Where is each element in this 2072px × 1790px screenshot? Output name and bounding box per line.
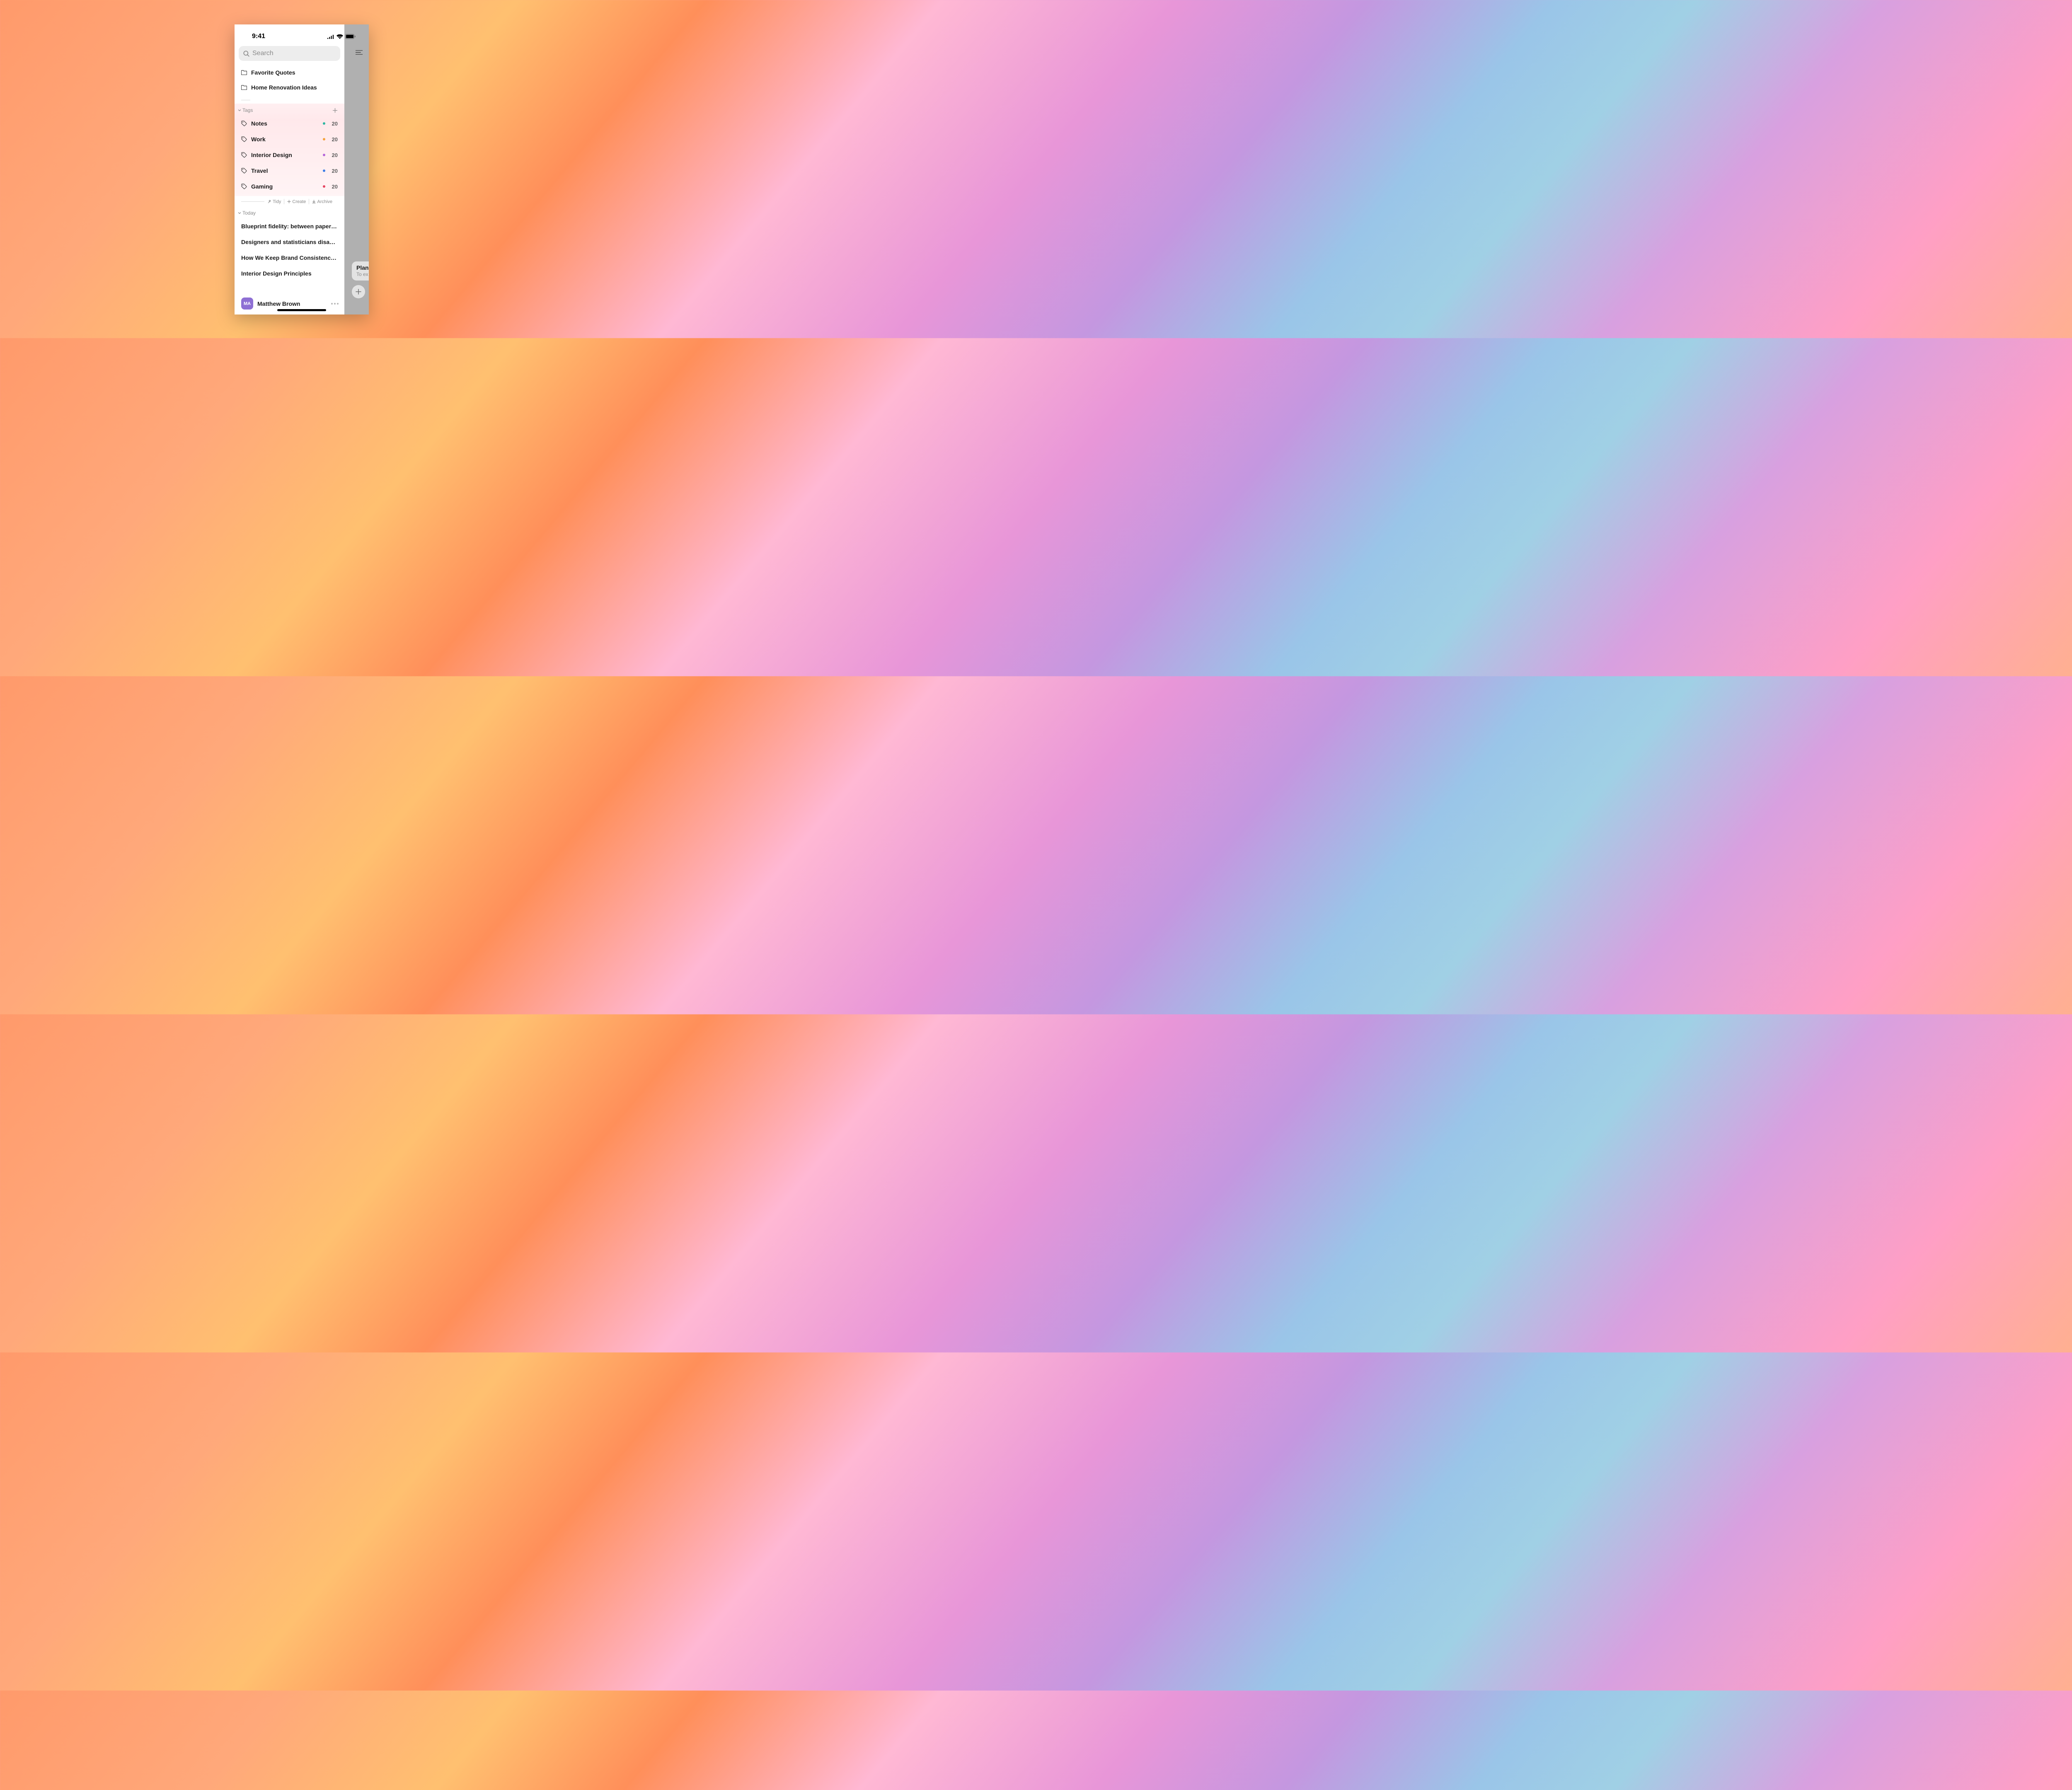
note-item[interactable]: Interior Design Principles: [241, 266, 338, 281]
tag-label: Work: [251, 136, 319, 143]
folder-label: Home Renovation Ideas: [251, 84, 317, 91]
folder-icon: [241, 70, 247, 75]
tag-label: Gaming: [251, 183, 319, 190]
tag-count: 20: [329, 121, 338, 127]
today-title: Today: [242, 210, 256, 216]
tags-header[interactable]: Tags: [235, 105, 344, 116]
chevron-down-icon: [237, 108, 242, 112]
tidy-action[interactable]: Tidy: [267, 199, 281, 204]
divider: [241, 201, 264, 202]
today-header[interactable]: Today: [235, 208, 344, 218]
tag-label: Travel: [251, 167, 319, 174]
tags-section: Tags Notes 20 Work: [235, 104, 344, 196]
action-label: Create: [292, 199, 306, 204]
tag-item-notes[interactable]: Notes 20: [235, 116, 344, 131]
tag-color-dot: [323, 185, 325, 188]
action-label: Tidy: [273, 199, 281, 204]
menu-icon[interactable]: [356, 49, 363, 57]
tag-color-dot: [323, 154, 325, 156]
tag-icon: [241, 168, 247, 174]
battery-icon: [345, 34, 356, 39]
user-name: Matthew Brown: [257, 300, 327, 307]
wifi-icon: [336, 34, 343, 39]
card-subtitle: To ex: [356, 271, 369, 277]
folder-item[interactable]: Favorite Quotes: [241, 65, 338, 80]
tag-item-interior-design[interactable]: Interior Design 20: [235, 147, 344, 163]
folder-icon: [241, 85, 247, 90]
note-item[interactable]: Designers and statisticians disagree on…: [241, 234, 338, 250]
note-preview-card[interactable]: Plan To ex: [352, 261, 369, 281]
chevron-down-icon: [237, 211, 242, 215]
search-icon: [243, 51, 249, 57]
actions-row: Tidy Create Archive: [235, 196, 344, 207]
note-item[interactable]: Blueprint fidelity: between paper protot…: [241, 218, 338, 234]
background-panel: Plan To ex: [344, 24, 369, 314]
add-tag-icon[interactable]: [332, 108, 338, 113]
home-indicator[interactable]: [277, 309, 326, 311]
folder-label: Favorite Quotes: [251, 69, 295, 76]
plus-icon: [287, 200, 291, 203]
note-item[interactable]: How We Keep Brand Consistency in Our…: [241, 250, 338, 266]
tag-label: Interior Design: [251, 152, 319, 158]
plus-icon: [356, 289, 361, 295]
tag-item-travel[interactable]: Travel 20: [235, 163, 344, 179]
search-bar[interactable]: [239, 46, 340, 61]
tag-icon: [241, 184, 247, 189]
create-action[interactable]: Create: [287, 199, 306, 204]
status-time: 9:41: [252, 33, 265, 40]
phone-frame: 9:41 Plan To ex: [235, 24, 369, 314]
user-bar: MA Matthew Brown: [235, 294, 344, 314]
sidebar-panel: Favorite Quotes Home Renovation Ideas: [235, 24, 344, 314]
archive-action[interactable]: Archive: [312, 199, 332, 204]
search-input[interactable]: [252, 50, 336, 57]
folder-item[interactable]: Home Renovation Ideas: [241, 80, 338, 95]
card-title: Plan: [356, 264, 369, 271]
tag-label: Notes: [251, 120, 319, 127]
tag-icon: [241, 121, 247, 126]
today-section: Today Blueprint fidelity: between paper …: [235, 207, 344, 281]
tag-color-dot: [323, 169, 325, 172]
wand-icon: [267, 200, 271, 204]
tag-icon: [241, 152, 247, 158]
cellular-icon: [327, 34, 334, 39]
tag-color-dot: [323, 122, 325, 125]
tag-count: 20: [329, 136, 338, 143]
action-label: Archive: [317, 199, 332, 204]
tag-count: 20: [329, 152, 338, 158]
phone-screen: 9:41 Plan To ex: [235, 24, 369, 314]
tag-icon: [241, 136, 247, 142]
tag-item-gaming[interactable]: Gaming 20: [235, 179, 344, 194]
more-icon[interactable]: [331, 303, 339, 305]
tags-title: Tags: [242, 107, 253, 113]
status-icons: [327, 34, 356, 39]
tag-count: 20: [329, 184, 338, 190]
tag-color-dot: [323, 138, 325, 140]
download-icon: [312, 200, 316, 203]
tag-item-work[interactable]: Work 20: [235, 131, 344, 147]
avatar[interactable]: MA: [241, 298, 253, 310]
add-button[interactable]: [352, 285, 365, 298]
status-bar: 9:41: [235, 24, 369, 41]
tag-count: 20: [329, 168, 338, 174]
